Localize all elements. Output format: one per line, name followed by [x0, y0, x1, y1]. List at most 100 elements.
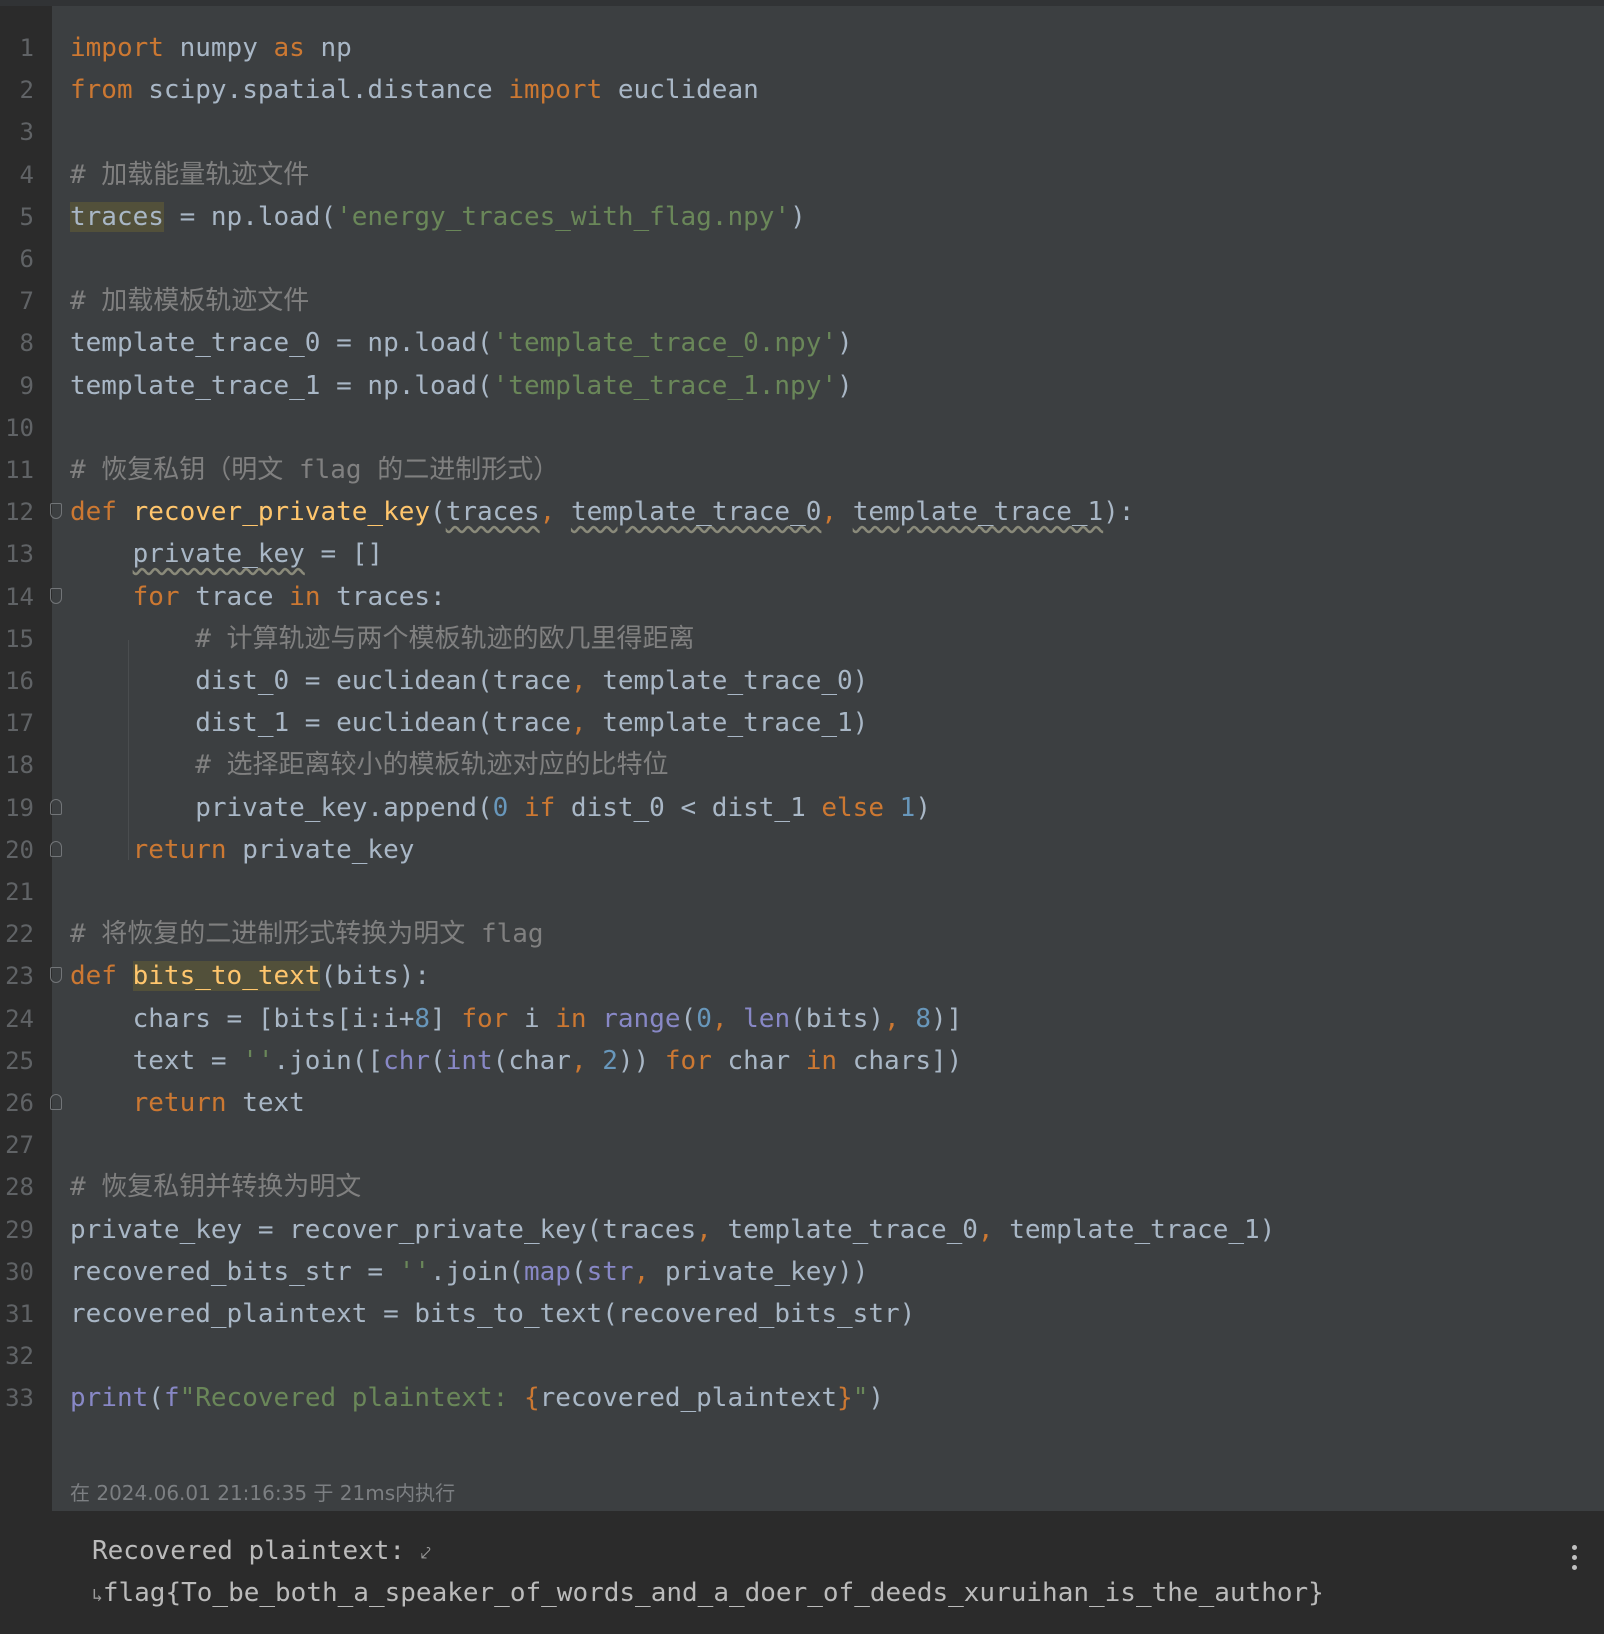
- code-line[interactable]: 4 # 加载能量轨迹文件: [0, 153, 1604, 197]
- code-text[interactable]: import numpy as np: [70, 26, 352, 70]
- line-number[interactable]: 30: [0, 1250, 34, 1294]
- line-number[interactable]: 6: [0, 237, 34, 281]
- line-number[interactable]: 28: [0, 1165, 34, 1209]
- code-line[interactable]: 16 dist_0 = euclidean(trace, template_tr…: [0, 659, 1604, 703]
- line-number[interactable]: 23: [0, 954, 34, 998]
- code-line[interactable]: 32: [0, 1334, 1604, 1378]
- code-text[interactable]: traces = np.load('energy_traces_with_fla…: [70, 195, 806, 239]
- code-line[interactable]: 30 recovered_bits_str = ''.join(map(str, …: [0, 1250, 1604, 1294]
- code-line[interactable]: 20 return private_key: [0, 828, 1604, 872]
- line-number[interactable]: 10: [0, 406, 34, 450]
- line-number[interactable]: 27: [0, 1123, 34, 1167]
- code-text[interactable]: private_key = []: [70, 532, 383, 576]
- fold-close-icon[interactable]: [50, 798, 62, 815]
- code-text[interactable]: def bits_to_text(bits):: [70, 954, 430, 998]
- code-text[interactable]: # 将恢复的二进制形式转换为明文 flag: [70, 912, 544, 956]
- code-text[interactable]: # 计算轨迹与两个模板轨迹的欧几里得距离: [70, 617, 694, 661]
- code-text[interactable]: # 选择距离较小的模板轨迹对应的比特位: [70, 743, 668, 787]
- line-number[interactable]: 4: [0, 153, 34, 197]
- code-text[interactable]: text = ''.join([chr(int(char, 2)) for ch…: [70, 1039, 963, 1083]
- line-number[interactable]: 31: [0, 1292, 34, 1336]
- code-text[interactable]: private_key.append(0 if dist_0 < dist_1 …: [70, 786, 931, 830]
- fold-open-icon[interactable]: [50, 967, 62, 984]
- line-number[interactable]: 33: [0, 1376, 34, 1420]
- code-line[interactable]: 29 private_key = recover_private_key(trac…: [0, 1208, 1604, 1252]
- code-text[interactable]: for trace in traces:: [70, 575, 446, 619]
- line-number[interactable]: 16: [0, 659, 34, 703]
- code-line[interactable]: 31 recovered_plaintext = bits_to_text(rec…: [0, 1292, 1604, 1336]
- code-text[interactable]: template_trace_1 = np.load('template_tra…: [70, 364, 853, 408]
- line-number[interactable]: 13: [0, 532, 34, 576]
- code-line[interactable]: 28 # 恢复私钥并转换为明文: [0, 1165, 1604, 1209]
- code-line[interactable]: 27: [0, 1123, 1604, 1167]
- line-number[interactable]: 17: [0, 701, 34, 745]
- line-number[interactable]: 11: [0, 448, 34, 492]
- line-number[interactable]: 12: [0, 490, 34, 534]
- line-number[interactable]: 19: [0, 786, 34, 830]
- code-line[interactable]: 3: [0, 110, 1604, 154]
- code-line[interactable]: 8 template_trace_0 = np.load('template_tr…: [0, 321, 1604, 365]
- code-text[interactable]: recovered_bits_str = ''.join(map(str, pr…: [70, 1250, 868, 1294]
- line-number[interactable]: 2: [0, 68, 34, 112]
- line-number[interactable]: 8: [0, 321, 34, 365]
- code-line[interactable]: 13 private_key = []: [0, 532, 1604, 576]
- code-text[interactable]: print(f"Recovered plaintext: {recovered_…: [70, 1376, 884, 1420]
- code-text[interactable]: private_key = recover_private_key(traces…: [70, 1208, 1275, 1252]
- code-line[interactable]: 23 def bits_to_text(bits):: [0, 954, 1604, 998]
- code-line[interactable]: 6: [0, 237, 1604, 281]
- code-line[interactable]: 1 import numpy as np: [0, 26, 1604, 70]
- line-number[interactable]: 18: [0, 743, 34, 787]
- code-text[interactable]: recovered_plaintext = bits_to_text(recov…: [70, 1292, 915, 1336]
- line-number[interactable]: 20: [0, 828, 34, 872]
- more-options-icon[interactable]: [1572, 1545, 1578, 1575]
- line-number[interactable]: 24: [0, 997, 34, 1041]
- code-text[interactable]: return private_key: [70, 828, 415, 872]
- code-text[interactable]: # 加载能量轨迹文件: [70, 153, 309, 197]
- code-line[interactable]: 24 chars = [bits[i:i+8] for i in range(0…: [0, 997, 1604, 1041]
- line-number[interactable]: 15: [0, 617, 34, 661]
- code-text[interactable]: return text: [70, 1081, 305, 1125]
- line-number[interactable]: 22: [0, 912, 34, 956]
- code-line[interactable]: 15 # 计算轨迹与两个模板轨迹的欧几里得距离: [0, 617, 1604, 661]
- output-panel[interactable]: Recovered plaintext: ⤦ ↳flag{To_be_both_…: [52, 1511, 1604, 1634]
- line-number[interactable]: 1: [0, 26, 34, 70]
- fold-open-icon[interactable]: [50, 587, 62, 604]
- code-text[interactable]: # 恢复私钥并转换为明文: [70, 1165, 361, 1209]
- code-line[interactable]: 33 print(f"Recovered plaintext: {recovere…: [0, 1376, 1604, 1420]
- code-line[interactable]: 2 from scipy.spatial.distance import eucl…: [0, 68, 1604, 112]
- fold-close-icon[interactable]: [50, 1094, 62, 1110]
- code-text[interactable]: dist_0 = euclidean(trace, template_trace…: [70, 659, 868, 703]
- line-number[interactable]: 14: [0, 575, 34, 619]
- code-text[interactable]: def recover_private_key(traces, template…: [70, 490, 1134, 534]
- code-line[interactable]: 5 traces = np.load('energy_traces_with_fl…: [0, 195, 1604, 239]
- code-line[interactable]: 21: [0, 870, 1604, 914]
- code-text[interactable]: template_trace_0 = np.load('template_tra…: [70, 321, 853, 365]
- code-line[interactable]: 9 template_trace_1 = np.load('template_tr…: [0, 364, 1604, 408]
- code-text[interactable]: # 加载模板轨迹文件: [70, 279, 309, 323]
- line-number[interactable]: 29: [0, 1208, 34, 1252]
- code-line[interactable]: 10: [0, 406, 1604, 450]
- code-line[interactable]: 22 # 将恢复的二进制形式转换为明文 flag: [0, 912, 1604, 956]
- code-line[interactable]: 18 # 选择距离较小的模板轨迹对应的比特位: [0, 743, 1604, 787]
- code-text[interactable]: dist_1 = euclidean(trace, template_trace…: [70, 701, 868, 745]
- line-number[interactable]: 25: [0, 1039, 34, 1083]
- line-number[interactable]: 21: [0, 870, 34, 914]
- line-number[interactable]: 5: [0, 195, 34, 239]
- code-line[interactable]: 25 text = ''.join([chr(int(char, 2)) for…: [0, 1039, 1604, 1083]
- code-text[interactable]: chars = [bits[i:i+8] for i in range(0, l…: [70, 997, 963, 1041]
- line-number[interactable]: 32: [0, 1334, 34, 1378]
- code-text[interactable]: from scipy.spatial.distance import eucli…: [70, 68, 759, 112]
- line-number[interactable]: 9: [0, 364, 34, 408]
- line-number[interactable]: 3: [0, 110, 34, 154]
- line-number[interactable]: 26: [0, 1081, 34, 1125]
- code-line[interactable]: 17 dist_1 = euclidean(trace, template_tr…: [0, 701, 1604, 745]
- code-line[interactable]: 11 # 恢复私钥（明文 flag 的二进制形式）: [0, 448, 1604, 492]
- code-line[interactable]: 12 def recover_private_key(traces, templa…: [0, 490, 1604, 534]
- line-number[interactable]: 7: [0, 279, 34, 323]
- code-line[interactable]: 7 # 加载模板轨迹文件: [0, 279, 1604, 323]
- code-line[interactable]: 14 for trace in traces:: [0, 575, 1604, 619]
- code-line[interactable]: 19 private_key.append(0 if dist_0 < dist…: [0, 786, 1604, 830]
- fold-open-icon[interactable]: [50, 503, 62, 520]
- code-text[interactable]: # 恢复私钥（明文 flag 的二进制形式）: [70, 448, 559, 492]
- fold-close-icon[interactable]: [50, 840, 62, 857]
